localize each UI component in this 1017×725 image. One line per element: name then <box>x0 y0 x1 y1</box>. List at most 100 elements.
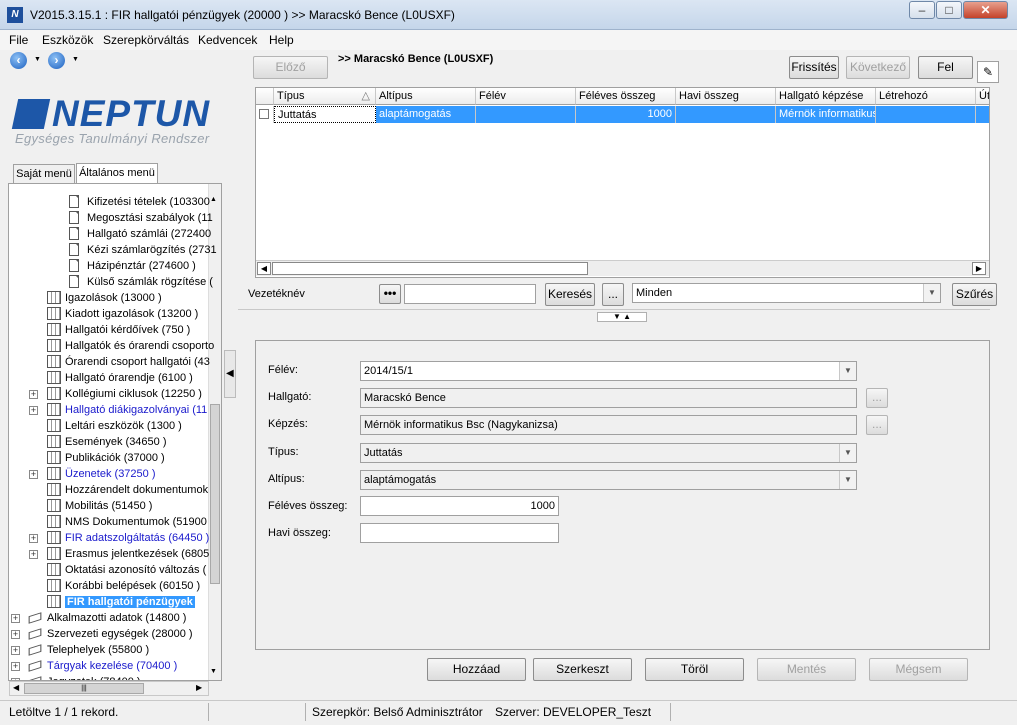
grid-header-ut[interactable]: Út <box>976 88 989 105</box>
minimize-button[interactable]: – <box>909 1 935 19</box>
grid-header-altipus[interactable]: Altípus <box>376 88 476 105</box>
expand-icon[interactable]: + <box>29 470 38 479</box>
grid-hscroll-thumb[interactable] <box>272 262 588 275</box>
menu-file[interactable]: File <box>9 33 28 47</box>
tree-item[interactable]: Mobilitás (51450 ) <box>9 498 209 514</box>
feleves-osszeg-field[interactable]: 1000 <box>360 496 559 516</box>
tree-item[interactable]: Kiadott igazolások (13200 ) <box>9 306 209 322</box>
tree-item[interactable]: + FIR adatszolgáltatás (64450 ) <box>9 530 209 546</box>
tree-item[interactable]: Leltári eszközök (1300 ) <box>9 418 209 434</box>
chevron-down-icon[interactable]: ▼ <box>613 312 621 321</box>
tree-scrollbar[interactable]: ▲ ▼ <box>208 184 221 680</box>
tree-item[interactable]: Megosztási szabályok (11 <box>9 210 213 226</box>
tree-item[interactable]: Események (34650 ) <box>9 434 209 450</box>
cancel-button[interactable]: Mégsem <box>869 658 968 681</box>
tree-item[interactable]: + Kollégiumi ciklusok (12250 ) <box>9 386 209 402</box>
tree-scroll-thumb[interactable] <box>210 404 220 584</box>
edit-button[interactable]: Szerkeszt <box>533 658 632 681</box>
altipus-select[interactable]: alaptámogatás ▼ <box>360 470 857 490</box>
search-more-button[interactable]: ... <box>602 283 624 306</box>
split-toggle[interactable]: ▼ ▲ <box>597 312 647 322</box>
grid-hscrollbar[interactable]: ◀ ▶ <box>256 260 989 276</box>
cell-kepzes[interactable]: Mérnök informatikus <box>776 106 876 123</box>
grid-header-feleves-osszeg[interactable]: Féléves összeg <box>576 88 676 105</box>
tree-item[interactable]: Korábbi belépések (60150 ) <box>9 578 209 594</box>
search-input[interactable] <box>404 284 536 304</box>
expand-icon[interactable]: + <box>29 390 38 399</box>
tree-item[interactable]: Kézi számlarögzítés (2731 <box>9 242 217 258</box>
search-options-icon[interactable]: ••• <box>379 284 401 304</box>
refresh-button[interactable]: Frissítés <box>789 56 839 79</box>
tree-item[interactable]: FIR hallgatói pénzügyek <box>9 594 209 610</box>
expand-icon[interactable]: + <box>11 646 20 655</box>
tree-item[interactable]: + Alkalmazotti adatok (14800 ) <box>9 610 209 626</box>
filter-select[interactable]: Minden ▼ <box>632 283 941 303</box>
kepzes-lookup-button[interactable]: ... <box>866 415 888 435</box>
menu-help[interactable]: Help <box>269 33 294 47</box>
grid-header-letrehozo[interactable]: Létrehozó <box>876 88 976 105</box>
add-button[interactable]: Hozzáad <box>427 658 526 681</box>
back-dropdown-icon[interactable]: ▼ <box>34 56 41 63</box>
panel-splitter[interactable]: ◀ <box>224 350 236 398</box>
cell-felev[interactable] <box>476 106 576 123</box>
tree-item[interactable]: + Hallgató diákigazolványai (11 <box>9 402 209 418</box>
menu-favorites[interactable]: Kedvencek <box>198 33 257 47</box>
search-button[interactable]: Keresés <box>545 283 595 306</box>
grid-scroll-right-icon[interactable]: ▶ <box>972 262 986 275</box>
menu-role-switch[interactable]: Szerepkörváltás <box>103 33 189 47</box>
scroll-down-icon[interactable]: ▼ <box>210 668 220 678</box>
menu-tools[interactable]: Eszközök <box>42 33 93 47</box>
row-checkbox[interactable] <box>256 106 274 123</box>
tree-hscroll-thumb[interactable]: ||| <box>24 683 144 694</box>
tree-hscrollbar[interactable]: ◀ ||| ▶ <box>9 681 209 696</box>
cell-tipus[interactable]: Juttatás <box>274 106 376 123</box>
tree-item[interactable]: Házipénztár (274600 ) <box>9 258 209 274</box>
tree-item[interactable]: Külső számlák rögzítése ( <box>9 274 213 290</box>
tree-item[interactable]: Publikációk (37000 ) <box>9 450 209 466</box>
havi-osszeg-field[interactable] <box>360 523 559 543</box>
cell-ut[interactable] <box>976 106 989 123</box>
grid-header-kepzes[interactable]: Hallgató képzése <box>776 88 876 105</box>
tipus-select[interactable]: Juttatás ▼ <box>360 443 857 463</box>
expand-icon[interactable]: + <box>11 662 20 671</box>
back-icon[interactable]: ‹ <box>10 52 27 69</box>
expand-icon[interactable]: + <box>29 534 38 543</box>
delete-button[interactable]: Töröl <box>645 658 744 681</box>
tree-item[interactable]: + Tárgyak kezelése (70400 ) <box>9 658 209 674</box>
tab-own-menu[interactable]: Saját menü <box>13 164 75 184</box>
save-button[interactable]: Mentés <box>757 658 856 681</box>
kepzes-field[interactable]: Mérnök informatikus Bsc (Nagykanizsa) <box>360 415 857 435</box>
next-button[interactable]: Következő <box>846 56 910 79</box>
collapse-left-icon[interactable]: ◀ <box>226 368 234 379</box>
expand-icon[interactable]: + <box>11 630 20 639</box>
tab-general-menu[interactable]: Általános menü <box>76 163 158 184</box>
chevron-up-icon[interactable]: ▲ <box>623 312 631 321</box>
tree-item[interactable]: Hallgató órarendje (6100 ) <box>9 370 209 386</box>
prev-button[interactable]: Előző <box>253 56 328 79</box>
chevron-down-icon[interactable]: ▼ <box>839 471 856 489</box>
grid-header-tipus[interactable]: Típus △ <box>274 88 376 105</box>
tree-item[interactable]: Hallgatói kérdőívek (750 ) <box>9 322 209 338</box>
cell-feleves-osszeg[interactable]: 1000 <box>576 106 676 123</box>
grid-header-felev[interactable]: Félév <box>476 88 576 105</box>
hallgato-field[interactable]: Maracskó Bence <box>360 388 857 408</box>
tree-item[interactable]: Hallgatók és órarendi csoporto <box>9 338 214 354</box>
cell-altipus[interactable]: alaptámogatás <box>376 106 476 123</box>
tree-item[interactable]: Kifizetési tételek (103300 <box>9 194 210 210</box>
tree-item[interactable]: + Telephelyek (55800 ) <box>9 642 209 658</box>
tree-item[interactable]: +Jegyzetek (78400 ) <box>9 674 209 680</box>
cell-havi-osszeg[interactable] <box>676 106 776 123</box>
chevron-down-icon[interactable]: ▼ <box>923 284 940 302</box>
tree-item[interactable]: Igazolások (13000 ) <box>9 290 209 306</box>
tree-item[interactable]: NMS Dokumentumok (51900 <box>9 514 209 530</box>
hallgato-lookup-button[interactable]: ... <box>866 388 888 408</box>
tree-item[interactable]: Oktatási azonosító változás ( <box>9 562 209 578</box>
scroll-right-icon[interactable]: ▶ <box>196 683 202 692</box>
grid-header-havi-osszeg[interactable]: Havi összeg <box>676 88 776 105</box>
cell-letrehozo[interactable] <box>876 106 976 123</box>
chevron-down-icon[interactable]: ▼ <box>839 444 856 462</box>
tree-item[interactable]: Hozzárendelt dokumentumok <box>9 482 209 498</box>
forward-dropdown-icon[interactable]: ▼ <box>72 56 79 63</box>
expand-icon[interactable]: + <box>11 614 20 623</box>
chevron-down-icon[interactable]: ▼ <box>839 362 856 380</box>
